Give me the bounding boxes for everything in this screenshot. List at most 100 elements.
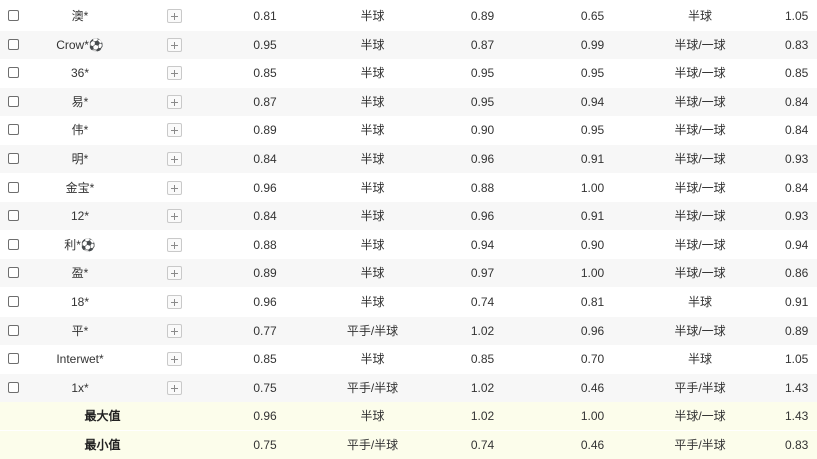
expand-plus-icon[interactable] — [167, 237, 182, 252]
home-odds-live: 0.95 — [580, 66, 605, 81]
expand-plus-icon[interactable] — [167, 295, 182, 309]
handicap-initial: 半球 — [360, 152, 385, 166]
home-odds-initial: 0.84 — [253, 209, 277, 224]
row-checkbox[interactable] — [8, 153, 19, 164]
handicap-initial: 半球 — [360, 94, 385, 109]
away-odds-initial: 0.87 — [470, 37, 495, 52]
handicap-initial: 半球 — [360, 123, 385, 138]
home-odds-initial: 0.75 — [253, 380, 277, 395]
handicap-initial: 平手/半球 — [346, 380, 399, 395]
home-odds-initial: 0.77 — [253, 323, 277, 338]
handicap-live: 平手/半球 — [674, 380, 726, 395]
home-odds-initial: 0.96 — [253, 180, 277, 195]
home-odds-initial: 0.96 — [253, 409, 277, 424]
handicap-live: 半球/一球 — [674, 409, 726, 424]
handicap-live: 半球 — [687, 352, 712, 367]
home-odds-initial: 0.85 — [253, 352, 277, 367]
home-odds-live: 1.00 — [580, 266, 605, 281]
table-row: 利*⚽ 0.88 半球 0.94 0.90 半球/一球 0.94 — [0, 231, 817, 259]
row-checkbox[interactable] — [8, 10, 19, 21]
row-checkbox[interactable] — [8, 38, 19, 50]
home-odds-live: 0.90 — [580, 237, 605, 252]
row-checkbox[interactable] — [8, 324, 19, 336]
row-checkbox[interactable] — [8, 124, 19, 136]
handicap-initial: 半球 — [360, 180, 385, 195]
handicap-initial: 半球 — [360, 9, 385, 23]
home-odds-live: 0.70 — [580, 352, 605, 367]
expand-plus-icon[interactable] — [167, 94, 182, 109]
away-odds-initial: 0.74 — [470, 438, 495, 452]
home-odds-live: 1.00 — [580, 180, 605, 195]
home-odds-live: 0.94 — [580, 94, 605, 109]
row-checkbox[interactable] — [8, 267, 19, 279]
expand-plus-icon[interactable] — [167, 352, 182, 367]
away-odds-live: 1.43 — [785, 409, 809, 424]
row-checkbox[interactable] — [8, 238, 19, 250]
table-row: 1x* 0.75 平手/半球 1.02 0.46 平手/半球 1.43 — [0, 373, 817, 402]
home-odds-live: 0.95 — [580, 123, 605, 138]
away-odds-initial: 0.96 — [470, 152, 495, 166]
summary-label: 最小值 — [84, 438, 121, 452]
expand-plus-icon[interactable] — [167, 380, 182, 395]
home-odds-initial: 0.96 — [253, 295, 277, 309]
bookmaker-name: 易* — [71, 94, 89, 109]
expand-plus-icon[interactable] — [167, 123, 182, 138]
away-odds-live: 1.43 — [785, 380, 809, 395]
expand-plus-icon[interactable] — [167, 180, 182, 195]
bookmaker-name: 1x* — [71, 380, 89, 395]
expand-plus-icon[interactable] — [167, 66, 182, 81]
bookmaker-name: 利*⚽ — [64, 237, 96, 252]
handicap-live: 半球/一球 — [674, 66, 726, 81]
expand-plus-icon[interactable] — [167, 37, 182, 52]
bookmaker-name: Crow*⚽ — [56, 37, 104, 52]
row-checkbox[interactable] — [8, 181, 19, 193]
table-row: 伟* 0.89 半球 0.90 0.95 半球/一球 0.84 — [0, 116, 817, 144]
away-odds-initial: 1.02 — [470, 323, 495, 338]
home-odds-live: 0.96 — [580, 323, 605, 338]
home-odds-live: 0.81 — [580, 295, 605, 309]
away-odds-live: 0.89 — [785, 323, 809, 338]
away-odds-live: 1.05 — [785, 9, 809, 23]
summary-row-min: 最小值 0.75 平手/半球 0.74 0.46 平手/半球 0.83 — [0, 431, 817, 459]
bookmaker-name: 平* — [71, 323, 89, 338]
handicap-initial: 半球 — [360, 209, 385, 224]
handicap-live: 半球/一球 — [674, 237, 726, 252]
handicap-initial: 半球 — [360, 352, 385, 367]
away-odds-initial: 0.97 — [470, 266, 495, 281]
handicap-initial: 半球 — [360, 237, 385, 252]
handicap-live: 半球 — [687, 9, 712, 23]
row-checkbox[interactable] — [8, 381, 19, 393]
expand-plus-icon[interactable] — [167, 266, 182, 281]
row-checkbox[interactable] — [8, 95, 19, 107]
away-odds-live: 0.83 — [785, 37, 809, 52]
row-checkbox[interactable] — [8, 296, 19, 307]
handicap-live: 半球/一球 — [674, 37, 726, 52]
home-odds-initial: 0.89 — [253, 266, 277, 281]
away-odds-live: 0.86 — [785, 266, 809, 281]
bookmaker-name: 18* — [70, 295, 90, 309]
home-odds-live: 0.91 — [580, 152, 605, 166]
away-odds-initial: 0.95 — [470, 66, 495, 81]
table-row: 澳* 0.81 半球 0.89 0.65 半球 1.05 — [0, 2, 817, 30]
handicap-initial: 平手/半球 — [346, 438, 399, 452]
away-odds-live: 0.84 — [785, 94, 809, 109]
expand-plus-icon[interactable] — [167, 152, 182, 166]
expand-plus-icon[interactable] — [167, 323, 182, 338]
expand-plus-icon[interactable] — [167, 9, 182, 23]
home-odds-initial: 0.89 — [253, 123, 277, 138]
expand-plus-icon[interactable] — [167, 209, 182, 224]
home-odds-initial: 0.87 — [253, 94, 277, 109]
row-checkbox[interactable] — [8, 210, 19, 222]
table-row: 明* 0.84 半球 0.96 0.91 半球/一球 0.93 — [0, 145, 817, 173]
home-odds-live: 1.00 — [580, 409, 605, 424]
bookmaker-name: 明* — [71, 152, 89, 166]
table-row: 12* 0.84 半球 0.96 0.91 半球/一球 0.93 — [0, 202, 817, 231]
away-odds-initial: 0.88 — [470, 180, 495, 195]
home-odds-live: 0.91 — [580, 209, 605, 224]
away-odds-live: 0.91 — [785, 295, 809, 309]
row-checkbox[interactable] — [8, 353, 19, 365]
row-checkbox[interactable] — [8, 67, 19, 79]
away-odds-live: 1.05 — [785, 352, 809, 367]
handicap-live: 平手/半球 — [674, 438, 726, 452]
table-row: 易* 0.87 半球 0.95 0.94 半球/一球 0.84 — [0, 87, 817, 116]
